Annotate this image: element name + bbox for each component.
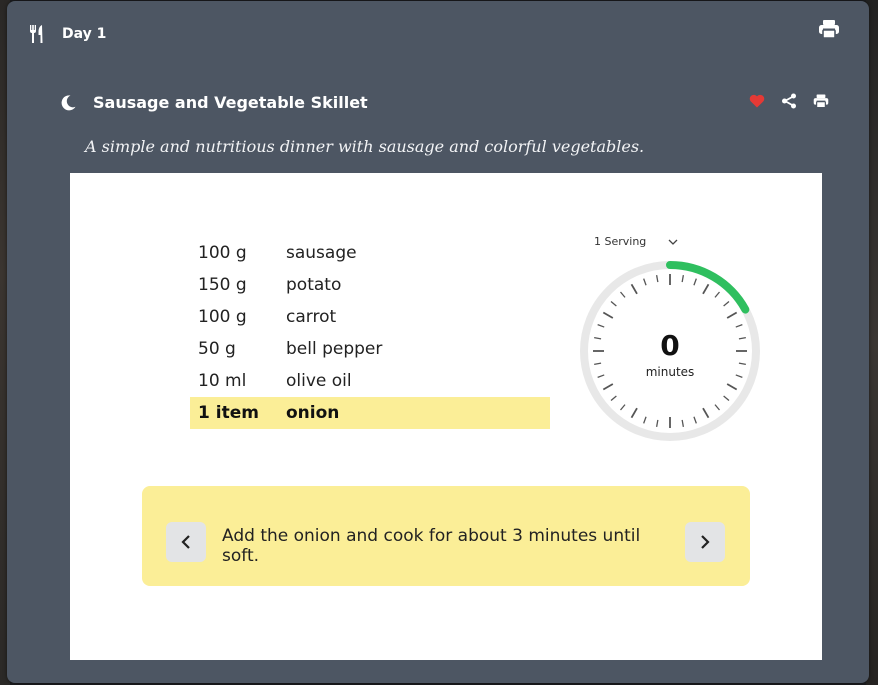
moon-icon bbox=[59, 94, 77, 112]
ingredient-name: bell pepper bbox=[286, 339, 383, 359]
ingredient-name: potato bbox=[286, 275, 342, 295]
timer-tick bbox=[714, 404, 720, 411]
timer-tick bbox=[723, 395, 730, 401]
ingredient-quantity: 100 g bbox=[198, 307, 247, 327]
print-icon bbox=[819, 20, 839, 39]
share-icon bbox=[782, 93, 796, 109]
day-card: Day 1 Sausage and Vegetable Skillet A si… bbox=[7, 1, 869, 683]
timer-tick bbox=[655, 275, 659, 283]
print-day-button[interactable] bbox=[818, 18, 840, 40]
timer-tick bbox=[702, 283, 710, 295]
timer-tick bbox=[723, 301, 730, 307]
day-title: Day 1 bbox=[62, 26, 107, 42]
ingredient-quantity: 100 g bbox=[198, 243, 247, 263]
chevron-right-icon bbox=[701, 535, 710, 549]
timer-tick bbox=[620, 404, 626, 411]
timer-tick bbox=[643, 278, 647, 286]
heart-icon bbox=[749, 94, 765, 108]
timer-tick bbox=[681, 275, 685, 283]
cooking-panel: 100 g sausage 150 g potato 100 g carrot … bbox=[70, 173, 822, 660]
serving-select[interactable]: 1 Serving bbox=[594, 235, 678, 248]
timer-tick bbox=[693, 416, 697, 424]
recipe-actions bbox=[748, 92, 830, 110]
timer-tick bbox=[610, 395, 617, 401]
timer-tick bbox=[714, 291, 720, 298]
ingredient-row: 100 g sausage bbox=[190, 237, 550, 269]
timer-tick bbox=[630, 407, 638, 419]
timer-tick bbox=[655, 419, 659, 427]
favorite-button[interactable] bbox=[748, 92, 766, 110]
cooking-timer[interactable]: 0 minutes bbox=[578, 259, 762, 443]
timer-tick bbox=[597, 324, 605, 328]
ingredient-name: sausage bbox=[286, 243, 357, 263]
utensils-icon bbox=[27, 24, 47, 44]
ingredient-name: onion bbox=[286, 403, 340, 423]
timer-tick bbox=[630, 283, 638, 295]
recipe-title: Sausage and Vegetable Skillet bbox=[93, 93, 368, 112]
timer-tick bbox=[726, 311, 738, 319]
ingredient-row: 10 ml olive oil bbox=[190, 365, 550, 397]
timer-tick bbox=[643, 416, 647, 424]
timer-tick bbox=[726, 383, 738, 391]
ingredient-row: 100 g carrot bbox=[190, 301, 550, 333]
previous-step-button[interactable] bbox=[166, 522, 206, 562]
chevron-left-icon bbox=[181, 535, 190, 549]
ingredient-quantity: 10 ml bbox=[198, 371, 247, 391]
day-header: Day 1 bbox=[27, 23, 106, 45]
ingredient-quantity: 1 item bbox=[198, 403, 259, 423]
timer-tick bbox=[735, 324, 743, 328]
ingredient-row: 150 g potato bbox=[190, 269, 550, 301]
share-button[interactable] bbox=[780, 92, 798, 110]
recipe-header: Sausage and Vegetable Skillet bbox=[59, 93, 368, 112]
timer-tick bbox=[681, 419, 685, 427]
next-step-button[interactable] bbox=[685, 522, 725, 562]
timer-tick bbox=[620, 291, 626, 298]
timer-unit: minutes bbox=[645, 365, 695, 379]
timer-value: 0 bbox=[660, 329, 680, 362]
step-text: Add the onion and cook for about 3 minut… bbox=[222, 526, 641, 566]
ingredient-name: carrot bbox=[286, 307, 337, 327]
recipe-subtitle: A simple and nutritious dinner with saus… bbox=[85, 137, 645, 156]
ingredient-quantity: 150 g bbox=[198, 275, 247, 295]
timer-tick bbox=[610, 301, 617, 307]
print-icon bbox=[813, 94, 829, 109]
ingredient-name: olive oil bbox=[286, 371, 352, 391]
chevron-down-icon bbox=[668, 239, 678, 245]
print-recipe-button[interactable] bbox=[812, 92, 830, 110]
ingredient-row: 50 g bell pepper bbox=[190, 333, 550, 365]
serving-label: 1 Serving bbox=[594, 235, 647, 248]
ingredient-list: 100 g sausage 150 g potato 100 g carrot … bbox=[190, 237, 550, 429]
timer-tick bbox=[602, 311, 614, 319]
timer-tick bbox=[602, 383, 614, 391]
ingredient-row-highlighted: 1 item onion bbox=[190, 397, 550, 429]
timer-tick bbox=[693, 278, 697, 286]
timer-tick bbox=[702, 407, 710, 419]
ingredient-quantity: 50 g bbox=[198, 339, 236, 359]
step-instruction: Add the onion and cook for about 3 minut… bbox=[142, 486, 750, 586]
